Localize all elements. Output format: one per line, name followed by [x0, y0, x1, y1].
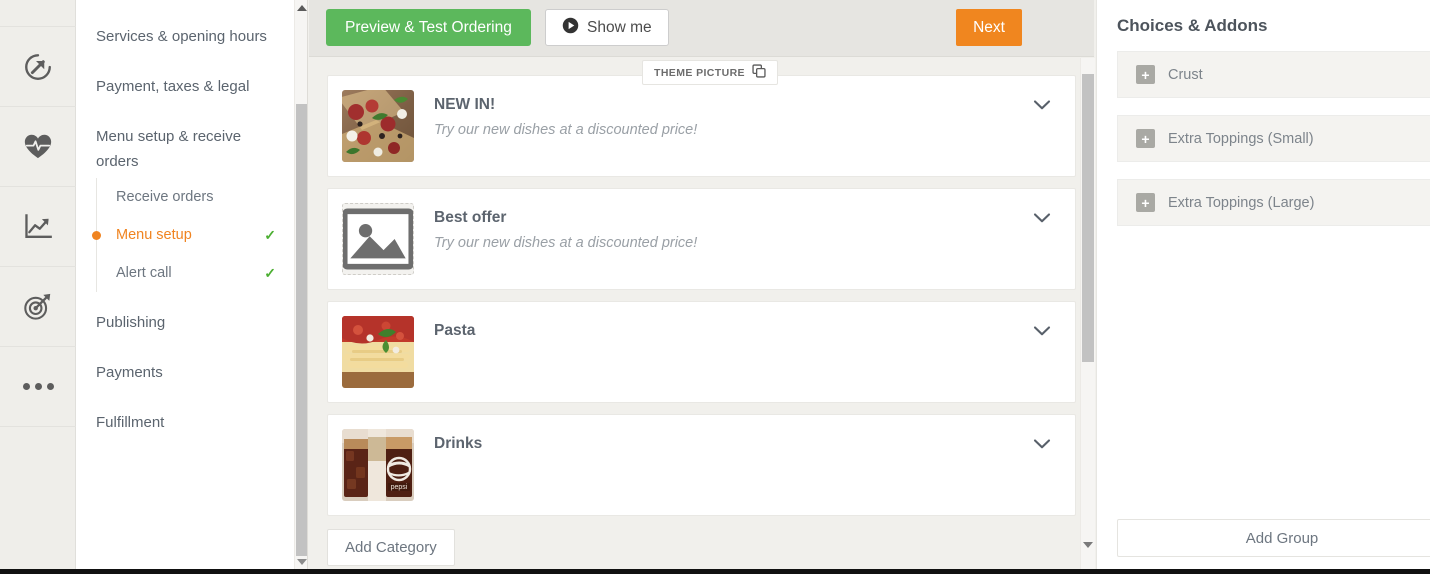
app-root: Services & opening hours Payment, taxes … — [0, 0, 1430, 574]
launch-arrow-icon — [23, 52, 53, 82]
category-text: Best offer Try our new dishes at a disco… — [414, 203, 697, 254]
choice-group-label: Extra Toppings (Large) — [1155, 195, 1314, 211]
plus-icon[interactable]: + — [1136, 193, 1155, 212]
sidebar-item-receive-orders[interactable]: Receive orders — [97, 178, 294, 216]
drinks-photo: pepsi — [342, 429, 414, 501]
rail-item-health[interactable] — [0, 107, 76, 187]
sidebar-item-alert-call[interactable]: Alert call ✓ — [97, 254, 294, 292]
rail-item-analytics[interactable] — [0, 187, 76, 267]
category-title: NEW IN! — [434, 95, 697, 115]
list-item[interactable]: + Crust — [1117, 51, 1430, 98]
sidebar-item-label: Fulfillment — [96, 414, 164, 431]
copy-icon[interactable] — [752, 64, 766, 81]
category-subtitle: Try our new dishes at a discounted price… — [434, 232, 697, 254]
plus-icon[interactable]: + — [1136, 65, 1155, 84]
table-row[interactable]: NEW IN! Try our new dishes at a discount… — [327, 75, 1076, 177]
editor-scrollbar[interactable] — [1080, 58, 1095, 569]
next-button[interactable]: Next — [956, 9, 1022, 46]
sidebar-item-label: Alert call — [116, 265, 264, 281]
theme-picture-label: THEME PICTURE — [654, 67, 745, 79]
show-me-button[interactable]: Show me — [545, 9, 669, 46]
table-row[interactable]: pepsi Drinks — [327, 414, 1076, 516]
sidebar-nav: Services & opening hours Payment, taxes … — [76, 0, 294, 569]
page-title: Choices & Addons — [1097, 0, 1430, 36]
chevron-down-icon[interactable] — [1033, 437, 1051, 449]
category-thumbnail-pizza — [342, 90, 414, 162]
category-list: NEW IN! Try our new dishes at a discount… — [309, 75, 1094, 569]
category-text: NEW IN! Try our new dishes at a discount… — [414, 90, 697, 141]
check-icon: ✓ — [264, 266, 276, 280]
choice-group-label: Crust — [1155, 67, 1203, 83]
category-title: Pasta — [434, 321, 475, 341]
category-subtitle: Try our new dishes at a discounted price… — [434, 119, 697, 141]
chart-line-icon — [23, 213, 53, 241]
chevron-down-icon[interactable] — [1033, 98, 1051, 110]
scroll-down-arrow-icon[interactable] — [295, 554, 308, 569]
show-me-label: Show me — [587, 19, 652, 37]
category-thumbnail-drinks: pepsi — [342, 429, 414, 501]
sidebar-item-label: Receive orders — [116, 189, 276, 205]
sidebar-item-label: Payments — [96, 364, 163, 381]
check-icon: ✓ — [264, 228, 276, 242]
sidebar-item-label: Services & opening hours — [96, 28, 267, 45]
rail-item-goals[interactable] — [0, 267, 76, 347]
menu-editor-panel: Preview & Test Ordering Show me Next THE… — [309, 0, 1094, 569]
scroll-up-arrow-icon[interactable] — [295, 0, 308, 15]
add-group-button[interactable]: Add Group — [1117, 519, 1430, 557]
category-thumbnail-pasta — [342, 316, 414, 388]
rail-item-spacer — [0, 0, 76, 27]
window-bottom-band — [0, 569, 1430, 574]
editor-scrollbar-thumb[interactable] — [1082, 74, 1094, 362]
target-arrow-icon — [23, 292, 53, 321]
preview-test-ordering-button[interactable]: Preview & Test Ordering — [326, 9, 531, 46]
sidebar-item-publishing[interactable]: Publishing — [76, 298, 294, 348]
image-placeholder-icon — [342, 203, 414, 275]
category-title: Drinks — [434, 434, 482, 454]
choice-group-list: + Crust + Extra Toppings (Small) + Extra… — [1097, 51, 1430, 226]
heart-pulse-icon — [23, 133, 53, 160]
sidebar-item-payment-taxes-legal[interactable]: Payment, taxes & legal — [76, 62, 294, 112]
chevron-down-icon[interactable] — [1033, 211, 1051, 223]
sidebar-item-label: Menu setup — [116, 227, 264, 243]
sidebar-scrollbar[interactable] — [294, 0, 308, 569]
list-item[interactable]: + Extra Toppings (Large) — [1117, 179, 1430, 226]
sidebar-item-menu-setup-receive-orders[interactable]: Menu setup & receive orders — [76, 112, 294, 176]
active-bullet-icon — [92, 231, 101, 240]
category-text: Drinks — [414, 429, 482, 458]
rail-item-more[interactable] — [0, 347, 76, 427]
sidebar-item-menu-setup[interactable]: Menu setup ✓ — [97, 216, 294, 254]
sidebar-item-fulfillment[interactable]: Fulfillment — [76, 398, 294, 448]
sidebar-scrollbar-thumb[interactable] — [296, 104, 307, 556]
ellipsis-icon — [23, 383, 54, 390]
svg-text:pepsi: pepsi — [391, 484, 408, 491]
list-item[interactable]: + Extra Toppings (Small) — [1117, 115, 1430, 162]
add-category-button[interactable]: Add Category — [327, 529, 455, 566]
rail-item-launch[interactable] — [0, 27, 76, 107]
plus-icon[interactable]: + — [1136, 129, 1155, 148]
scroll-down-arrow-icon[interactable] — [1083, 548, 1093, 566]
sidebar-item-label: Publishing — [96, 314, 165, 331]
sidebar-item-services-opening-hours[interactable]: Services & opening hours — [76, 0, 294, 62]
pizza-photo — [342, 90, 414, 162]
icon-rail — [0, 0, 76, 569]
table-row[interactable]: Best offer Try our new dishes at a disco… — [327, 188, 1076, 290]
table-row[interactable]: Pasta — [327, 301, 1076, 403]
sidebar-item-label: Menu setup & receive orders — [96, 128, 241, 170]
editor-toolbar: Preview & Test Ordering Show me Next — [309, 0, 1094, 57]
play-circle-icon — [562, 17, 579, 39]
choices-addons-panel: Choices & Addons + Crust + Extra Topping… — [1096, 0, 1430, 569]
sidebar-item-payments[interactable]: Payments — [76, 348, 294, 398]
sidebar-nav-list: Services & opening hours Payment, taxes … — [76, 0, 294, 448]
sidebar-subnav: Receive orders Menu setup ✓ Alert call ✓ — [96, 178, 294, 292]
category-title: Best offer — [434, 208, 697, 228]
sidebar-item-label: Payment, taxes & legal — [96, 78, 249, 95]
chevron-down-icon[interactable] — [1033, 324, 1051, 336]
choice-group-label: Extra Toppings (Small) — [1155, 131, 1314, 147]
theme-picture-badge[interactable]: THEME PICTURE — [642, 60, 778, 85]
pasta-photo — [342, 316, 414, 388]
category-text: Pasta — [414, 316, 475, 345]
category-thumbnail-placeholder[interactable] — [342, 203, 414, 275]
